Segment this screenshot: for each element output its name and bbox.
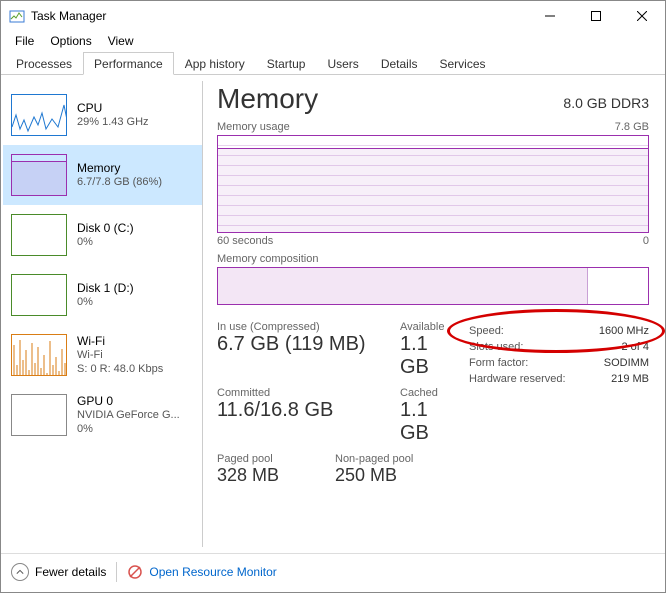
wifi-thumbnail: [11, 334, 67, 376]
cached-value: 1.1 GB: [400, 399, 451, 445]
minimize-button[interactable]: [527, 1, 573, 31]
available-value: 1.1 GB: [400, 333, 451, 379]
composition-label: Memory composition: [217, 253, 318, 265]
window-title: Task Manager: [31, 9, 527, 23]
nonpaged-label: Non-paged pool: [335, 453, 413, 465]
sidebar-wifi-title: Wi-Fi: [77, 334, 163, 349]
tab-app-history[interactable]: App history: [174, 52, 256, 75]
composition-used: [218, 268, 588, 304]
open-resource-monitor-link[interactable]: Open Resource Monitor: [127, 564, 276, 580]
sidebar-disk1-sub: 0%: [77, 296, 134, 310]
sidebar-gpu-sub2: 0%: [77, 423, 180, 437]
sidebar-wifi-sub2: S: 0 R: 48.0 Kbps: [77, 363, 163, 377]
gpu-thumbnail: [11, 394, 67, 436]
maximize-button[interactable]: [573, 1, 619, 31]
hw-value: 219 MB: [611, 373, 649, 385]
main-panel: Memory 8.0 GB DDR3 Memory usage 7.8 GB 6…: [209, 75, 665, 553]
sidebar-item-disk0[interactable]: Disk 0 (C:)0%: [3, 205, 202, 265]
nonpaged-value: 250 MB: [335, 465, 413, 486]
tab-details[interactable]: Details: [370, 52, 429, 75]
sidebar-memory-title: Memory: [77, 161, 162, 176]
memory-thumbnail: [11, 154, 67, 196]
hw-key: Hardware reserved:: [469, 373, 566, 385]
open-resource-monitor-label: Open Resource Monitor: [149, 565, 276, 579]
resource-monitor-icon: [127, 564, 143, 580]
memory-usage-fill: [218, 148, 648, 232]
sidebar-disk1-title: Disk 1 (D:): [77, 281, 134, 296]
tab-strip: Processes Performance App history Startu…: [1, 51, 665, 75]
tab-users[interactable]: Users: [316, 52, 369, 75]
stats-right: Speed: 1600 MHz Slots used: 2 of 4 Form fa…: [469, 323, 649, 494]
in-use-label: In use (Compressed): [217, 321, 382, 333]
page-title: Memory: [217, 83, 318, 115]
slots-value: 2 of 4: [621, 341, 649, 353]
tab-processes[interactable]: Processes: [5, 52, 83, 75]
window-controls: [527, 1, 665, 31]
sidebar-disk0-title: Disk 0 (C:): [77, 221, 134, 236]
sidebar: CPU29% 1.43 GHz Memory6.7/7.8 GB (86%) D…: [3, 81, 203, 547]
tab-services[interactable]: Services: [429, 52, 497, 75]
menu-view[interactable]: View: [100, 32, 142, 50]
committed-value: 11.6/16.8 GB: [217, 399, 382, 422]
fewer-details-label: Fewer details: [35, 565, 106, 579]
titlebar: Task Manager: [1, 1, 665, 31]
footer: Fewer details Open Resource Monitor: [1, 553, 665, 589]
sidebar-wifi-sub: Wi-Fi: [77, 349, 163, 363]
memory-composition-chart[interactable]: [217, 267, 649, 305]
slots-key: Slots used:: [469, 341, 523, 353]
in-use-value: 6.7 GB (119 MB): [217, 333, 382, 356]
form-value: SODIMM: [604, 357, 649, 369]
sidebar-item-cpu[interactable]: CPU29% 1.43 GHz: [3, 85, 202, 145]
cached-label: Cached: [400, 387, 451, 399]
task-manager-icon: [9, 8, 25, 24]
cpu-thumbnail: [11, 94, 67, 136]
sidebar-gpu-title: GPU 0: [77, 394, 180, 409]
memory-usage-chart[interactable]: [217, 135, 649, 233]
speed-value: 1600 MHz: [599, 325, 649, 337]
available-label: Available: [400, 321, 451, 333]
sidebar-cpu-sub: 29% 1.43 GHz: [77, 116, 149, 130]
paged-value: 328 MB: [217, 465, 317, 486]
paged-label: Paged pool: [217, 453, 317, 465]
memory-capacity: 8.0 GB DDR3: [563, 95, 649, 111]
tab-startup[interactable]: Startup: [256, 52, 317, 75]
form-key: Form factor:: [469, 357, 528, 369]
menu-file[interactable]: File: [7, 32, 42, 50]
speed-key: Speed:: [469, 325, 504, 337]
disk1-thumbnail: [11, 274, 67, 316]
menu-options[interactable]: Options: [42, 32, 99, 50]
sidebar-cpu-title: CPU: [77, 101, 149, 116]
sidebar-disk0-sub: 0%: [77, 236, 134, 250]
sidebar-memory-sub: 6.7/7.8 GB (86%): [77, 176, 162, 190]
sidebar-item-memory[interactable]: Memory6.7/7.8 GB (86%): [3, 145, 202, 205]
fewer-details-button[interactable]: Fewer details: [11, 563, 106, 581]
xaxis-right: 0: [643, 235, 649, 247]
committed-label: Committed: [217, 387, 382, 399]
chevron-up-icon: [11, 563, 29, 581]
tab-performance[interactable]: Performance: [83, 52, 174, 75]
sidebar-item-wifi[interactable]: Wi-FiWi-FiS: 0 R: 48.0 Kbps: [3, 325, 202, 385]
disk0-thumbnail: [11, 214, 67, 256]
sidebar-item-disk1[interactable]: Disk 1 (D:)0%: [3, 265, 202, 325]
close-button[interactable]: [619, 1, 665, 31]
usage-label: Memory usage: [217, 121, 290, 133]
stats-left: In use (Compressed) 6.7 GB (119 MB) Avai…: [217, 321, 469, 494]
sidebar-item-gpu[interactable]: GPU 0NVIDIA GeForce G...0%: [3, 385, 202, 445]
usage-max: 7.8 GB: [615, 121, 649, 133]
menubar: File Options View: [1, 31, 665, 51]
footer-separator: [116, 562, 117, 582]
sidebar-gpu-sub: NVIDIA GeForce G...: [77, 409, 180, 423]
xaxis-left: 60 seconds: [217, 235, 273, 247]
